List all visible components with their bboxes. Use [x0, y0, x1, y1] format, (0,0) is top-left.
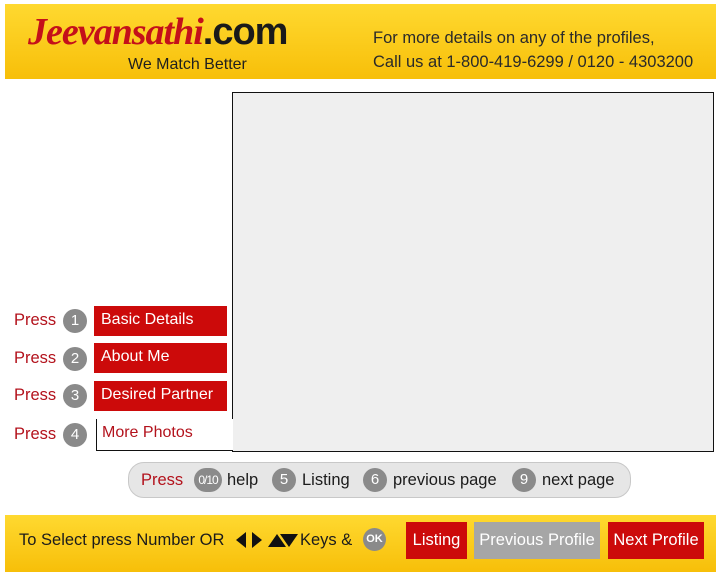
ok-key-badge: OK: [363, 528, 386, 551]
press-label-3: Press: [14, 386, 57, 404]
press-label-4: Press: [14, 425, 57, 443]
number-badge-4: 4: [63, 423, 87, 447]
logo-domain: .com: [202, 11, 289, 53]
jeevansathi-logo: Jeevansathi.com: [28, 10, 289, 54]
listing-button[interactable]: Listing: [406, 522, 467, 559]
contact-info: For more details on any of the profiles,…: [373, 26, 693, 74]
help-press-label: Press: [141, 471, 184, 489]
desired-partner-button[interactable]: Desired Partner: [94, 381, 227, 411]
logo-name: Jeevansathi: [28, 11, 204, 53]
header-bar: Jeevansathi.com We Match Better For more…: [5, 4, 716, 79]
about-me-button[interactable]: About Me: [94, 343, 227, 373]
next-page-label[interactable]: next page: [542, 471, 614, 490]
number-badge-2: 2: [63, 347, 87, 371]
help-key-badge: 0/10: [194, 468, 222, 492]
tagline: We Match Better: [128, 56, 247, 73]
keys-instruction: Keys &: [300, 531, 353, 549]
contact-info-line1: For more details on any of the profiles,: [373, 29, 655, 47]
number-badge-3: 3: [63, 384, 87, 408]
next-key-badge: 9: [512, 468, 536, 492]
help-label[interactable]: help: [227, 471, 258, 490]
basic-details-button[interactable]: Basic Details: [94, 306, 227, 336]
select-instruction: To Select press Number OR: [19, 531, 225, 549]
profile-content-panel: [232, 92, 714, 452]
help-bar: Press 0/10 help 5 Listing 6 previous pag…: [128, 462, 631, 498]
previous-key-badge: 6: [363, 468, 387, 492]
next-profile-button[interactable]: Next Profile: [608, 522, 704, 559]
previous-profile-button[interactable]: Previous Profile: [474, 522, 600, 559]
footer-bar: To Select press Number OR Keys & OK List…: [5, 515, 716, 572]
press-label-1: Press: [14, 311, 57, 329]
listing-key-badge: 5: [272, 468, 296, 492]
number-badge-1: 1: [63, 309, 87, 333]
press-label-2: Press: [14, 349, 57, 367]
previous-page-label[interactable]: previous page: [393, 471, 497, 490]
contact-info-line2: Call us at 1-800-419-6299 / 0120 - 43032…: [373, 53, 694, 71]
arrow-keys-icon: [236, 532, 298, 548]
more-photos-tab[interactable]: More Photos: [96, 419, 233, 451]
listing-label[interactable]: Listing: [302, 471, 350, 490]
